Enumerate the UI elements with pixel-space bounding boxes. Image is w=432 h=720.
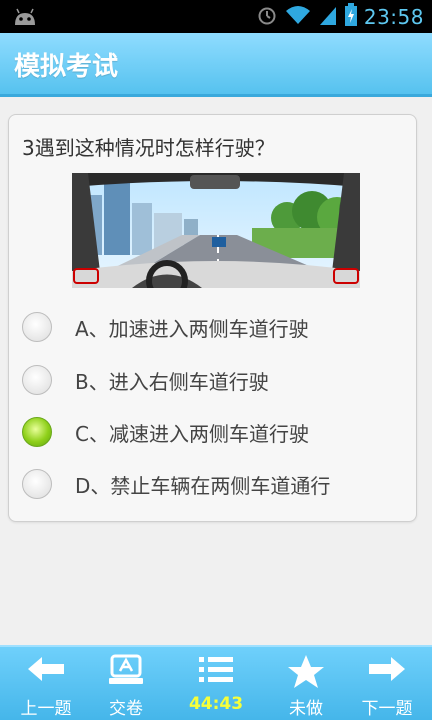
prev-question-button[interactable]: 上一题 — [3, 647, 89, 720]
option-a-label: A、加速进入两侧车道行驶 — [75, 316, 309, 341]
question-list-button[interactable]: 44:43 — [173, 647, 259, 720]
title-bar: 模拟考试 — [0, 33, 432, 97]
android-icon — [12, 8, 38, 30]
status-time: 23:58 — [363, 5, 424, 29]
option-c[interactable]: C、减速进入两侧车道行驶 — [22, 410, 402, 454]
option-b[interactable]: B、进入右侧车道行驶 — [22, 358, 402, 402]
option-d-label: D、禁止车辆在两侧车道通行 — [75, 473, 331, 498]
submit-exam-label: 交卷 — [109, 699, 143, 719]
next-question-label: 下一题 — [361, 699, 413, 719]
option-b-label: B、进入右侧车道行驶 — [75, 369, 269, 394]
undone-label: 未做 — [289, 699, 323, 719]
option-d[interactable]: D、禁止车辆在两侧车道通行 — [22, 462, 402, 506]
exam-timer: 44:43 — [188, 694, 244, 714]
signal-icon — [318, 4, 338, 30]
arrow-left-icon — [28, 657, 64, 681]
option-d-radio[interactable] — [22, 469, 52, 499]
status-bar: 23:58 — [0, 0, 432, 33]
alarm-icon — [256, 4, 278, 30]
page-title: 模拟考试 — [14, 52, 119, 82]
list-icon — [199, 657, 233, 682]
option-a[interactable]: A、加速进入两侧车道行驶 — [22, 305, 402, 349]
question-text: 3遇到这种情况时怎样行驶？ — [22, 136, 275, 160]
option-a-radio[interactable] — [22, 312, 52, 342]
question-card: 3遇到这种情况时怎样行驶？ A、加速进入两侧车道行驶 B、进入右侧车道行驶 C、… — [8, 114, 417, 522]
option-b-radio[interactable] — [22, 365, 52, 395]
star-icon — [288, 655, 324, 688]
submit-exam-button[interactable]: 交卷 — [83, 647, 169, 720]
wifi-icon — [284, 4, 312, 30]
next-question-button[interactable]: 下一题 — [344, 647, 430, 720]
battery-icon — [344, 3, 358, 31]
prev-question-label: 上一题 — [20, 699, 72, 719]
undone-button[interactable]: 未做 — [263, 647, 349, 720]
option-c-label: C、减速进入两侧车道行驶 — [75, 421, 309, 446]
arrow-right-icon — [369, 657, 405, 681]
option-c-radio[interactable] — [22, 417, 52, 447]
question-image — [72, 173, 375, 302]
bottom-toolbar: 上一题 交卷 44:43 未做 下一题 — [0, 645, 432, 720]
submit-icon — [109, 654, 143, 684]
